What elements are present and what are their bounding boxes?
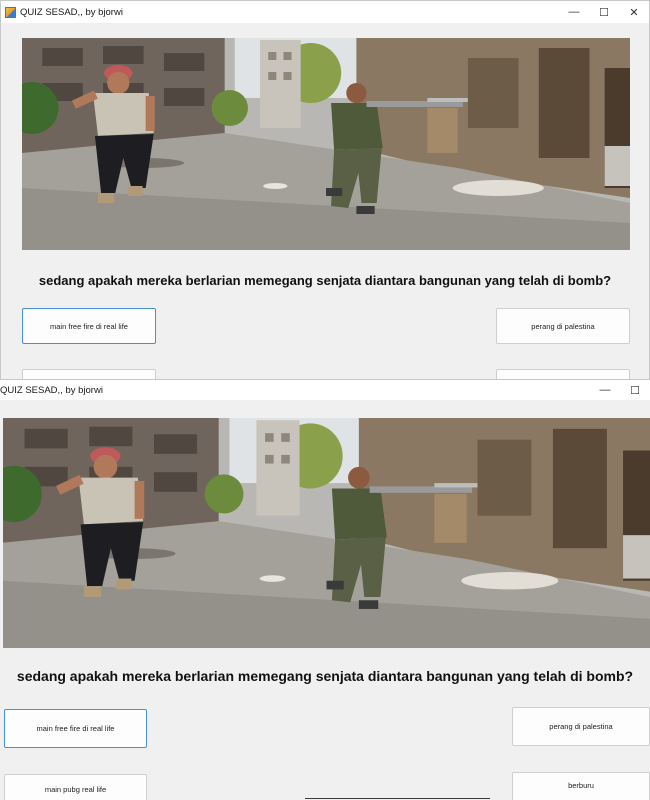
maximize-button[interactable]: ☐ [589, 1, 619, 23]
answer-button-4-partial[interactable] [496, 369, 630, 379]
answer-button-1[interactable]: main free fire di real life [4, 709, 147, 748]
window-title: QUIZ SESAD,, by bjorwi [0, 384, 103, 396]
question-text: sedang apakah mereka berlarian memegang … [16, 668, 634, 684]
top-quiz-window: QUIZ SESAD,, by bjorwi — ☐ ✕ sedang apak… [0, 0, 650, 380]
answer-button-1[interactable]: main free fire di real life [22, 308, 156, 344]
minimize-button[interactable]: — [559, 1, 589, 23]
app-icon [5, 6, 16, 18]
question-image [3, 418, 650, 648]
answer-button-3-partial[interactable] [22, 369, 156, 379]
bottom-quiz-window: QUIZ SESAD,, by bjorwi — ☐ sedang apakah… [0, 380, 650, 800]
question-image [22, 38, 630, 250]
question-text: sedang apakah mereka berlarian memegang … [38, 273, 612, 288]
minimize-button[interactable]: — [590, 380, 620, 400]
window-title: QUIZ SESAD,, by bjorwi [20, 6, 123, 18]
answer-button-2[interactable]: perang di palestina [496, 308, 630, 344]
divider [305, 798, 490, 799]
close-button[interactable]: ✕ [619, 1, 649, 23]
answer-button-4[interactable]: berburu [512, 772, 650, 800]
answer-button-2[interactable]: perang di palestina [512, 707, 650, 746]
title-bar: QUIZ SESAD,, by bjorwi — ☐ ✕ [1, 1, 649, 23]
answer-button-3[interactable]: main pubg real life [4, 774, 147, 800]
maximize-button[interactable]: ☐ [620, 380, 650, 400]
title-bar: QUIZ SESAD,, by bjorwi — ☐ [0, 380, 650, 400]
